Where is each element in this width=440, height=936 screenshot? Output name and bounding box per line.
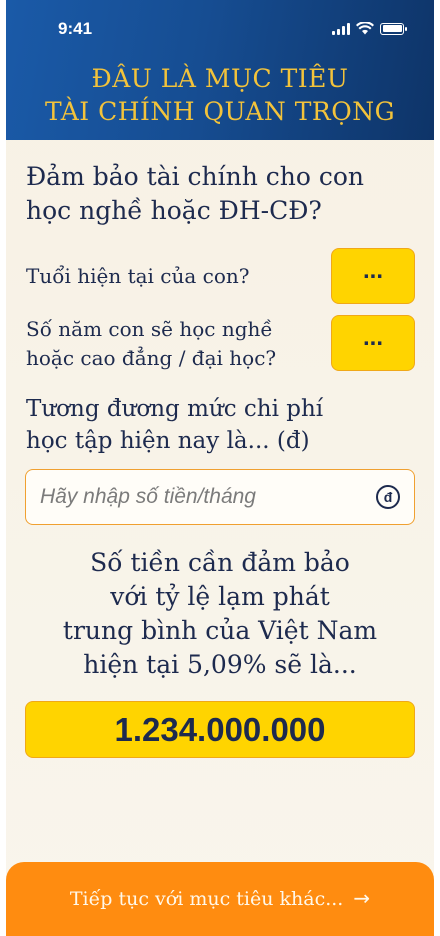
arrow-right-icon: → (353, 886, 371, 910)
result-line3: trung bình của Việt Nam (62, 616, 378, 645)
wifi-icon (356, 22, 374, 35)
age-question-label: Tuổi hiện tại của con? (26, 264, 250, 288)
monthly-cost-field[interactable]: đ (25, 469, 415, 525)
section-title-line2: học nghề hoặc ĐH-CĐ? (26, 196, 322, 225)
monthly-cost-input[interactable] (40, 470, 360, 524)
age-select-button[interactable]: ... (331, 248, 415, 304)
cost-label: Tương đương mức chi phí học tập hiện nay… (26, 393, 406, 457)
result-description: Số tiền cần đảm bảo với tỷ lệ lạm phát t… (6, 546, 434, 682)
result-line4: hiện tại 5,09% sẽ là... (83, 650, 357, 679)
section-title: Đảm bảo tài chính cho con học nghề hoặc … (26, 160, 416, 228)
continue-button[interactable]: Tiếp tục với mục tiêu khác... → (6, 862, 434, 936)
header: 9:41 ĐÂU LÀ MỤC TIÊU TÀI CHÍNH QUAN TRỌN… (6, 0, 434, 140)
section-title-line1: Đảm bảo tài chính cho con (26, 162, 365, 191)
page-title-line2: TÀI CHÍNH QUAN TRỌNG (44, 97, 396, 126)
result-amount: 1.234.000.000 (25, 701, 415, 758)
status-icons (332, 22, 407, 35)
result-line1: Số tiền cần đảm bảo (90, 548, 350, 577)
result-line2: với tỷ lệ lạm phát (110, 582, 330, 611)
years-question-line1: Số năm con sẽ học nghề (26, 317, 273, 341)
years-question-label: Số năm con sẽ học nghề hoặc cao đẳng / đ… (26, 315, 326, 373)
years-select-button[interactable]: ... (331, 315, 415, 371)
years-question-line2: hoặc cao đẳng / đại học? (26, 346, 277, 370)
cost-label-line2: học tập hiện nay là... (đ) (26, 428, 310, 454)
battery-icon (380, 22, 407, 35)
page-title: ĐÂU LÀ MỤC TIÊU TÀI CHÍNH QUAN TRỌNG (6, 62, 434, 128)
cost-label-line1: Tương đương mức chi phí (26, 396, 324, 422)
status-time: 9:41 (58, 19, 93, 38)
continue-button-label: Tiếp tục với mục tiêu khác... (69, 888, 344, 910)
page-title-line1: ĐÂU LÀ MỤC TIÊU (91, 64, 349, 93)
phone-screen: 9:41 ĐÂU LÀ MỤC TIÊU TÀI CHÍNH QUAN TRỌN… (6, 0, 434, 936)
signal-icon (332, 22, 350, 35)
dong-currency-icon: đ (376, 485, 400, 509)
